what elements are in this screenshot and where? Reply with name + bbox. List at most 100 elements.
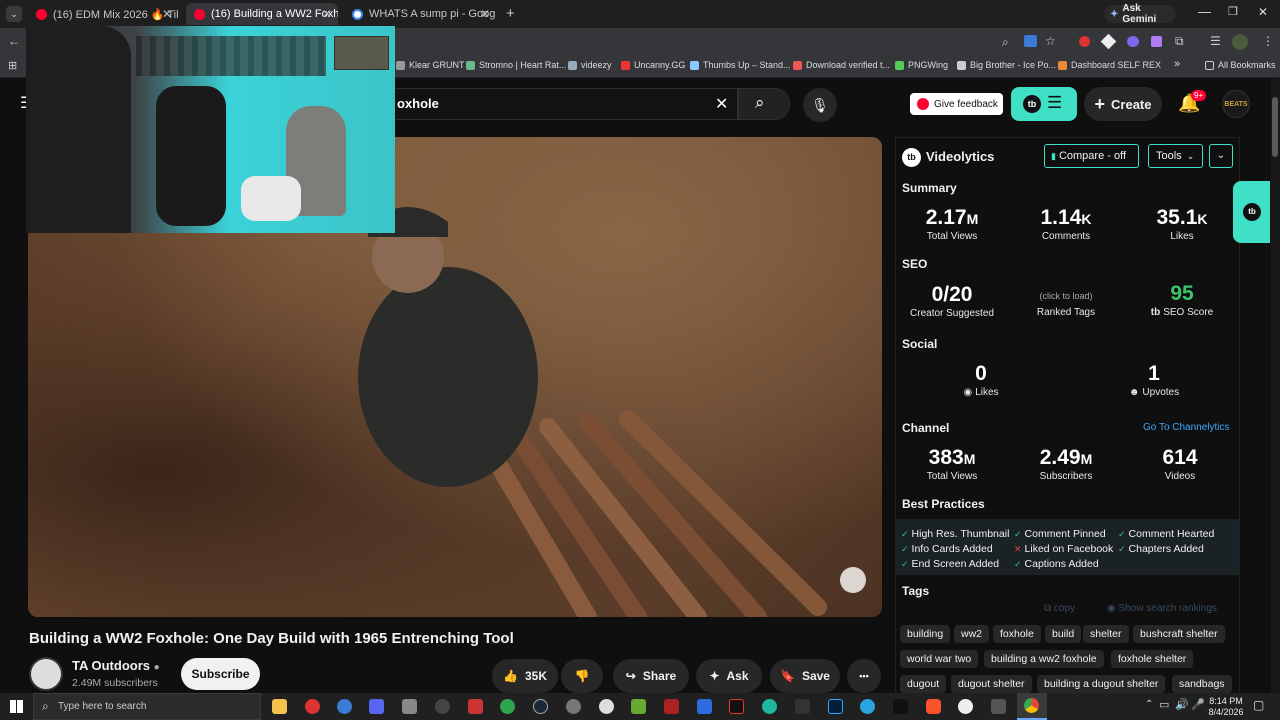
page-scrollbar[interactable] <box>1271 79 1280 693</box>
tag-chip[interactable]: world war two <box>900 650 979 668</box>
create-button[interactable]: + Create <box>1084 87 1162 121</box>
ask-button[interactable]: ✦ Ask <box>696 659 762 693</box>
tag-chip[interactable]: building <box>900 625 951 643</box>
app-icon[interactable] <box>599 699 614 714</box>
go-to-channelytics-link[interactable]: Go To Channelytics <box>1143 422 1230 433</box>
tag-chip[interactable]: foxhole shelter <box>1111 650 1194 668</box>
extension-icon-white[interactable] <box>1100 33 1117 50</box>
app-icon[interactable] <box>337 699 352 714</box>
extension-icon-red[interactable] <box>1079 36 1090 47</box>
seo-ranked-tags[interactable]: (click to load) Ranked Tags <box>1016 291 1116 318</box>
close-window-button[interactable]: ✕ <box>1258 5 1268 19</box>
extension-icon-violet[interactable] <box>1151 36 1162 47</box>
show-rankings-toggle[interactable]: ◉ Show search rankings <box>1107 603 1217 614</box>
collapse-panel-button[interactable]: ⌄ <box>1209 144 1233 168</box>
chrome-taskbar-button[interactable] <box>1017 693 1047 720</box>
tab-google-search[interactable]: WHATS A sump pi - Google Se ✕ <box>344 3 496 25</box>
app-icon[interactable] <box>500 699 515 714</box>
show-hidden-icons[interactable]: ⌃ <box>1145 699 1153 710</box>
compare-toggle[interactable]: ▮ Compare - off <box>1044 144 1139 168</box>
windows-start-icon[interactable] <box>10 700 23 713</box>
bookmark-star-icon[interactable]: ☆ <box>1045 34 1056 48</box>
tag-chip[interactable]: bushcraft shelter <box>1133 625 1225 643</box>
like-button[interactable]: 👍 35K <box>492 659 558 693</box>
notification-center-icon[interactable]: ▢ <box>1253 698 1264 712</box>
clear-search-icon[interactable]: ✕ <box>715 94 728 114</box>
ranked-tags-load-link[interactable]: (click to load) <box>1016 291 1116 301</box>
maximize-button[interactable]: ❐ <box>1228 5 1238 18</box>
close-tab-icon[interactable]: ✕ <box>322 7 332 21</box>
tag-chip[interactable]: dugout <box>900 675 947 693</box>
network-icon[interactable]: ▭ <box>1159 698 1169 711</box>
extensions-puzzle-icon[interactable]: ⧉ <box>1175 34 1184 49</box>
taskbar-search-box[interactable]: ⌕ Type here to search <box>33 693 261 720</box>
minimize-button[interactable]: — <box>1198 4 1211 19</box>
discord-icon[interactable] <box>369 699 384 714</box>
more-bookmarks-button[interactable]: » <box>1174 58 1180 70</box>
app-icon[interactable] <box>631 699 646 714</box>
app-icon[interactable] <box>566 699 581 714</box>
bookmark-item[interactable]: PNGWing <box>895 60 948 70</box>
bookmark-item[interactable]: Stromno | Heart Rat... <box>466 60 566 70</box>
app-icon[interactable] <box>468 699 483 714</box>
give-feedback-button[interactable]: Give feedback <box>910 93 1003 115</box>
app-icon[interactable] <box>402 699 417 714</box>
search-button[interactable]: ⌕ <box>738 88 790 120</box>
all-bookmarks-button[interactable]: All Bookmarks <box>1205 60 1276 70</box>
volume-icon[interactable]: 🔊 <box>1175 698 1189 711</box>
tag-chip[interactable]: building a dugout shelter <box>1037 675 1166 693</box>
save-button[interactable]: 🔖 Save <box>770 659 840 693</box>
tag-chip[interactable]: foxhole <box>993 625 1041 643</box>
apps-grid-icon[interactable]: ⊞ <box>8 59 17 72</box>
tag-chip[interactable]: building a ww2 foxhole <box>984 650 1104 668</box>
back-icon[interactable]: ← <box>8 34 20 48</box>
file-explorer-icon[interactable] <box>272 699 287 714</box>
new-tab-button[interactable]: + <box>506 5 515 22</box>
tiktok-icon[interactable] <box>893 699 908 714</box>
brave-icon[interactable] <box>926 699 941 714</box>
bookmark-item[interactable]: Big Brother - Ice Po... <box>957 60 1056 70</box>
profile-avatar[interactable] <box>1232 34 1248 50</box>
app-icon[interactable] <box>991 699 1006 714</box>
channel-avatar[interactable] <box>29 657 63 691</box>
zoom-icon[interactable]: ⌕ <box>1002 35 1009 50</box>
steam-icon[interactable] <box>533 699 548 714</box>
account-avatar[interactable]: BEATS <box>1222 90 1250 118</box>
app-icon[interactable] <box>697 699 712 714</box>
subscribe-button[interactable]: Subscribe <box>181 658 260 690</box>
close-tab-icon[interactable]: ✕ <box>480 7 490 21</box>
app-icon[interactable] <box>664 699 679 714</box>
extension-icon-purple[interactable] <box>1127 36 1139 47</box>
more-actions-button[interactable]: ••• <box>847 659 881 693</box>
tag-chip[interactable]: sandbags <box>1172 675 1232 693</box>
epic-games-icon[interactable] <box>795 699 810 714</box>
microphone-icon[interactable]: 🎤 <box>1191 698 1205 711</box>
photoshop-icon[interactable] <box>828 699 843 714</box>
app-icon[interactable] <box>958 699 973 714</box>
cast-icon[interactable] <box>1024 35 1037 47</box>
dislike-button[interactable]: 👎 <box>561 659 603 693</box>
close-tab-icon[interactable]: ✕ <box>162 7 172 21</box>
bookmark-item[interactable]: videezy <box>568 60 612 70</box>
tab-edm-mix[interactable]: (16) EDM Mix 2026 🔥 TikTok V ✕ <box>28 3 178 25</box>
tiktok-icon[interactable] <box>729 699 744 714</box>
browser-menu-icon[interactable]: ⋮ <box>1262 34 1274 48</box>
edge-icon[interactable] <box>762 699 777 714</box>
channel-watermark-icon[interactable] <box>840 567 866 593</box>
vidiq-side-tab[interactable]: tb <box>1233 181 1270 243</box>
bookmark-item[interactable]: Dashboard SELF REX <box>1058 60 1161 70</box>
bookmark-item[interactable]: Uncanny.GG <box>621 60 685 70</box>
telegram-icon[interactable] <box>860 699 875 714</box>
copy-tags-button[interactable]: ⧉ copy <box>1044 603 1075 614</box>
tag-chip[interactable]: ww2 <box>954 625 990 643</box>
reading-list-icon[interactable]: ☰ <box>1210 34 1221 48</box>
share-button[interactable]: ↪ Share <box>613 659 689 693</box>
app-icon[interactable] <box>435 699 450 714</box>
scrollbar-thumb[interactable] <box>1272 97 1278 157</box>
tab-foxhole[interactable]: (16) Building a WW2 Foxhole: O ✕ <box>186 3 338 25</box>
tag-chip[interactable]: dugout shelter <box>951 675 1032 693</box>
vidiq-menu-button[interactable]: tb ☰ <box>1011 87 1077 121</box>
tag-chip[interactable]: build <box>1045 625 1082 643</box>
tools-dropdown[interactable]: Tools ⌄ <box>1148 144 1203 168</box>
channel-name[interactable]: TA Outdoors ● <box>72 658 160 673</box>
